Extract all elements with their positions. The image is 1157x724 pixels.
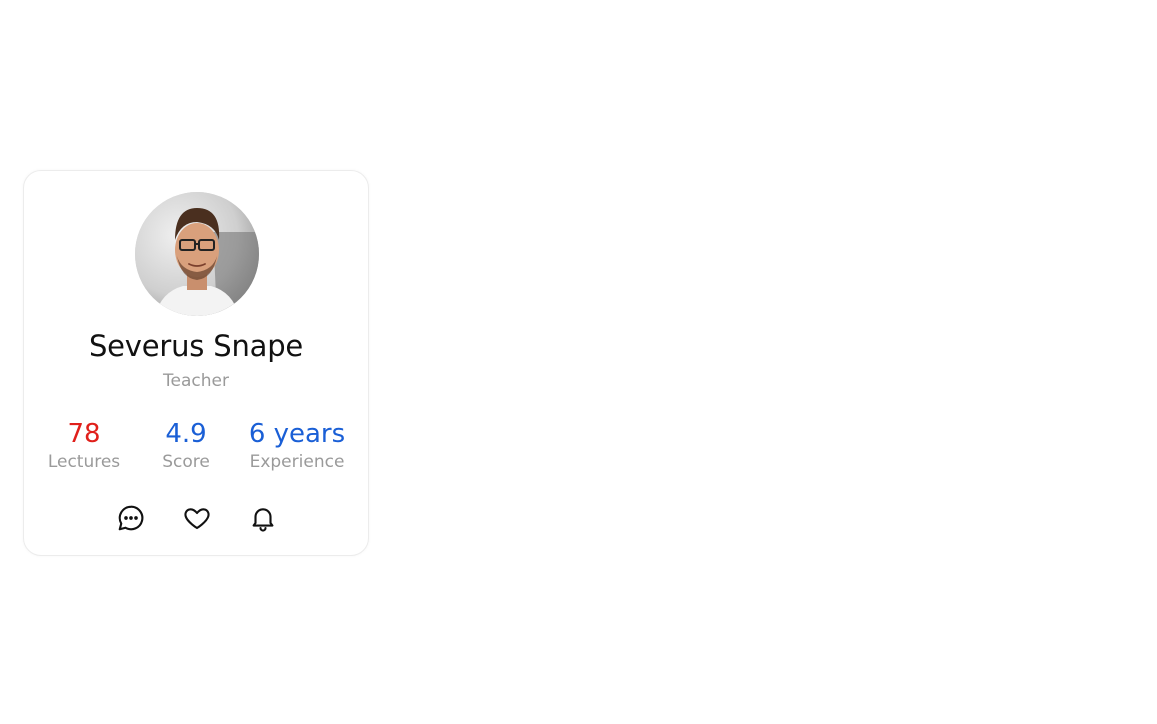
- avatar: [135, 192, 259, 316]
- profile-name: Severus Snape: [88, 329, 304, 363]
- stat-lectures: 78 Lectures: [34, 418, 134, 473]
- action-row: [24, 501, 368, 537]
- heart-icon: [184, 508, 210, 530]
- profile-role: Teacher: [163, 371, 229, 391]
- stat-label: Lectures: [47, 452, 121, 472]
- stats-row: 78 Lectures 4.9 Score 6 years Experience: [24, 418, 368, 478]
- message-button[interactable]: [114, 501, 148, 535]
- like-button[interactable]: [180, 501, 214, 535]
- stat-score: 4.9 Score: [148, 418, 224, 473]
- notify-button[interactable]: [246, 501, 280, 535]
- bell-icon: [252, 508, 274, 532]
- page: Severus Snape Teacher 78 Lectures 4.9 Sc…: [0, 0, 1157, 724]
- profile-card: Severus Snape Teacher 78 Lectures 4.9 Sc…: [23, 170, 369, 556]
- stat-label: Experience: [249, 452, 345, 472]
- message-icon: [118, 505, 144, 531]
- stat-value: 6 years: [248, 419, 346, 449]
- stat-label: Score: [162, 452, 210, 472]
- stat-value: 78: [67, 419, 101, 449]
- stat-experience: 6 years Experience: [240, 418, 354, 473]
- stat-value: 4.9: [165, 419, 207, 449]
